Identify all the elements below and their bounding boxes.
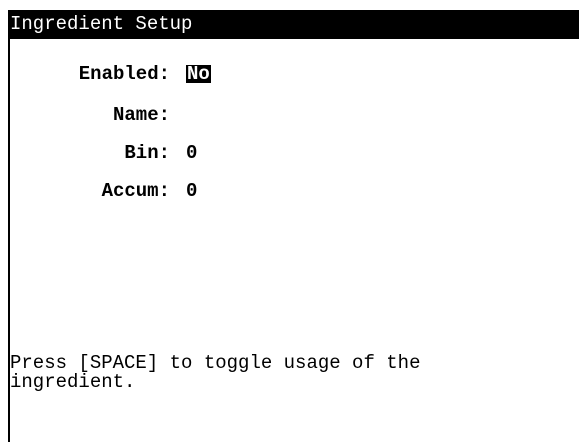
name-label: Name: (112, 104, 170, 126)
accum-field[interactable]: 0 (186, 181, 197, 201)
bin-field[interactable]: 0 (186, 143, 197, 163)
help-text: Press [SPACE] to toggle usage of the ing… (10, 352, 421, 393)
title-bar-fill: Ingredient Setup (8, 10, 579, 39)
enabled-label: Enabled: (78, 63, 170, 85)
terminal-screen: Ingredient Setup Enabled: No Name: Bin: … (0, 0, 579, 442)
accum-label: Accum: (101, 180, 170, 202)
enabled-toggle[interactable]: No (186, 65, 211, 84)
title-bar: Ingredient Setup (0, 0, 579, 48)
bin-label: Bin: (124, 142, 170, 164)
window-title: Ingredient Setup (10, 13, 193, 35)
